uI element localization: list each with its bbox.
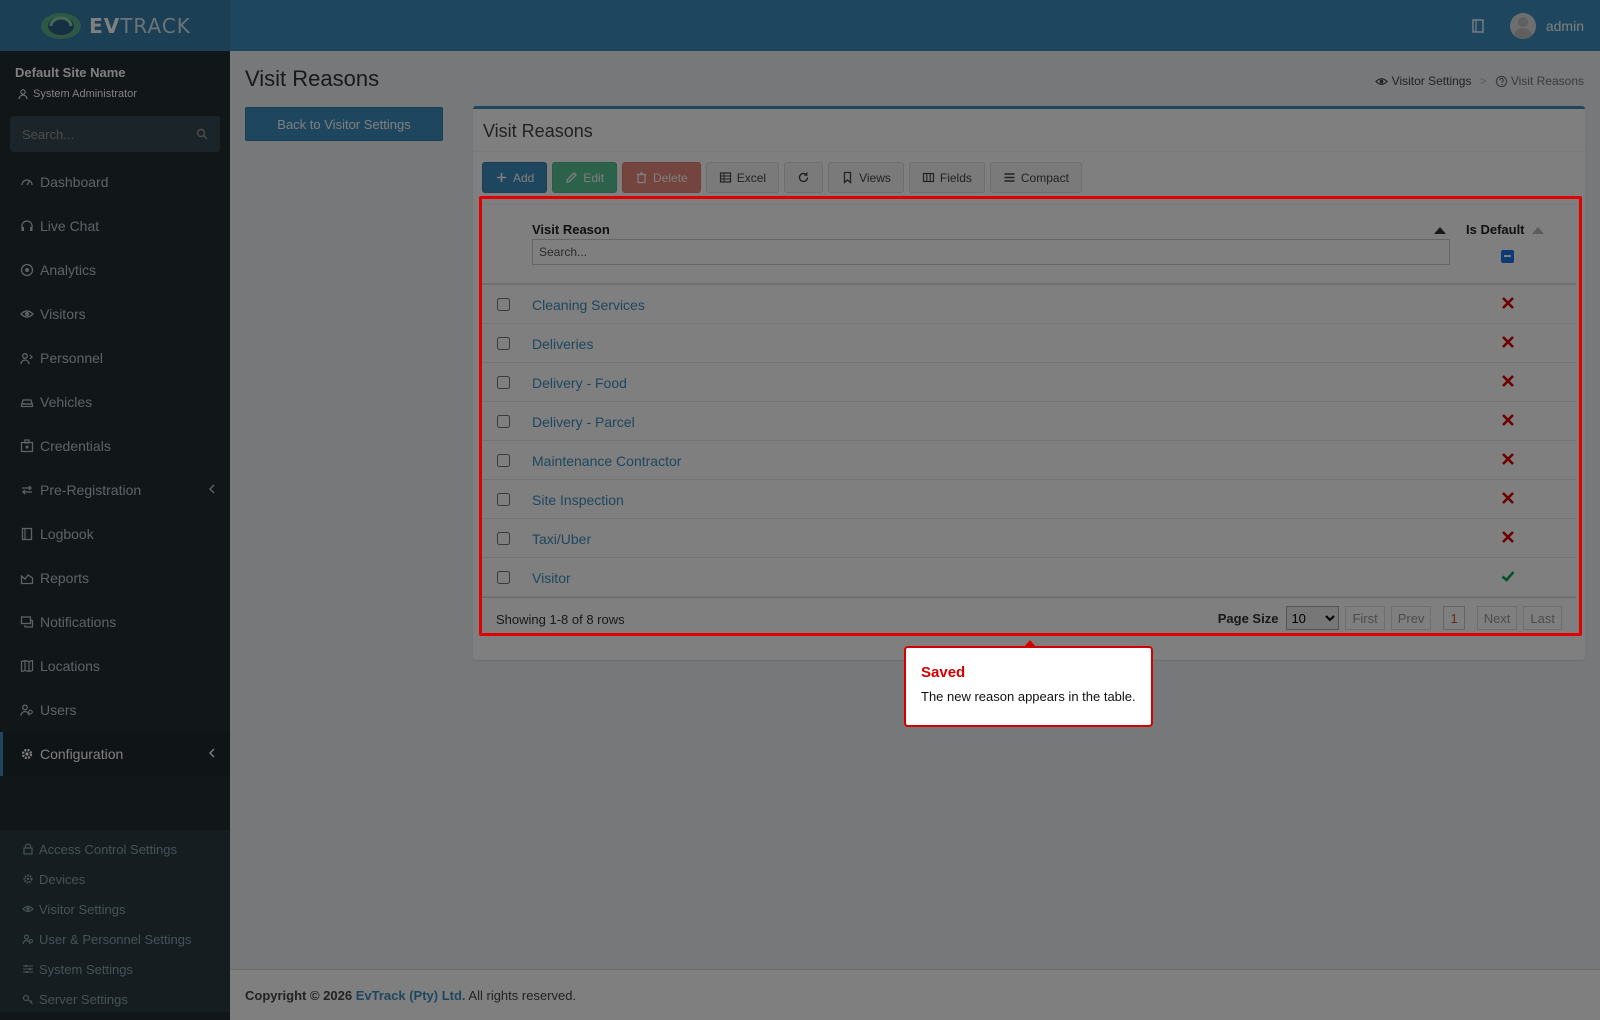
tour-tooltip: Saved The new reason appears in the tabl… xyxy=(904,640,1153,727)
tour-highlight xyxy=(479,196,1582,636)
tooltip-body: The new reason appears in the table. xyxy=(921,689,1136,704)
tooltip-title: Saved xyxy=(921,664,966,681)
